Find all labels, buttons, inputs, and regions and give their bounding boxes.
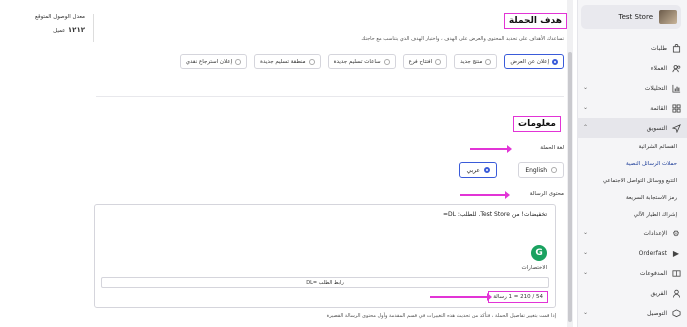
sidebar-item-menu[interactable]: القائمة ⌄ [577,98,687,118]
radio-selected-icon [552,58,558,65]
expected-reach-value: ١٢١٢ عميل [10,26,85,34]
reach-divider [93,14,94,42]
goal-option-new-product[interactable]: منتج جديد [454,54,498,69]
radio-icon [383,58,390,65]
goal-option-label: منطقة تسليم جديدة [260,58,306,65]
sidebar-item-label: التحليلات [644,84,667,92]
goal-option-label: افتتاح فرع [408,58,433,65]
language-option-label: English [525,166,547,174]
gear-icon: ⚙ [672,228,680,238]
shortcuts-label: الاختصارات [521,265,547,271]
radio-icon [435,58,442,65]
expected-reach-number: ١٢١٢ [67,26,85,34]
annotation-arrow [430,293,492,301]
sidebar-item-label: العملاء [650,64,667,72]
sidebar-item-team[interactable]: الفريق [577,283,687,303]
sidebar-item-delivery[interactable]: التوصيل ⌄ [577,303,687,323]
goal-option-branch-opening[interactable]: افتتاح فرع [402,54,448,69]
message-text[interactable]: تخفيضات! من Test Store. للطلب: DL= [443,211,547,218]
chevron-down-icon: ⌄ [583,309,589,316]
goal-option-cashback[interactable]: إعلان استرجاع نقدي [179,54,248,69]
campaign-language-label: لغة الحملة [540,145,564,151]
campaign-footnote: إذا قمت بتغيير تفاصيل الحملة ، فتأكد من … [326,313,556,319]
bag-icon [671,43,681,53]
expected-reach-unit: عميل [53,28,66,34]
sidebar-item-payments[interactable]: المدفوعات ⌄ [577,263,687,283]
sidebar-item-label: التسويق [646,124,667,132]
sidebar-nav: طلبات العملاء التحليلات ⌄ القائمة ⌄ التس… [577,38,687,323]
store-logo [659,10,677,24]
order-link-shortcut[interactable]: رابط الطلب =DL [101,277,549,288]
section-divider [96,96,564,97]
sidebar-item-label: Orderfast [638,249,667,257]
expected-reach: معدل الوصول المتوقع ١٢١٢ عميل [10,14,85,34]
person-icon [671,288,681,298]
chevron-down-icon: ⌄ [583,269,589,276]
sidebar-item-label: التوصيل [647,309,667,317]
sidebar-item-orders[interactable]: طلبات [577,38,687,58]
chevron-up-icon: ⌃ [583,124,589,131]
annotation-arrow [460,191,510,199]
radio-icon [235,58,242,65]
play-icon: ▶ [672,248,680,258]
truck-icon [671,308,681,318]
store-name: Test Store [618,13,653,21]
sidebar-subitem-tracking-social[interactable]: التتبع ووسائل التواصل الاجتماعي [577,172,687,189]
sidebar-item-label: طلبات [650,44,667,52]
chevron-down-icon: ⌄ [583,249,589,256]
send-icon [671,123,681,133]
chart-icon [671,83,681,93]
message-content-label: محتوى الرسالة [529,191,564,197]
sidebar-item-orderfast[interactable]: ▶ Orderfast ⌄ [577,243,687,263]
grammarly-icon[interactable]: G [531,245,547,261]
sidebar: Test Store طلبات العملاء التحليلات ⌄ الق… [577,0,687,327]
radio-selected-icon [484,167,490,173]
sidebar-subitem-coupons[interactable]: القسائم الشرائية [577,138,687,155]
annotation-arrow [470,145,512,153]
sidebar-item-label: المدفوعات [639,269,667,277]
information-title: معلومات [513,116,561,132]
goal-option-new-delivery-zone[interactable]: منطقة تسليم جديدة [254,54,321,69]
chevron-down-icon: ⌄ [583,229,589,236]
campaign-goal-title: هدف الحملة [503,13,567,29]
language-option-english[interactable]: English [518,162,564,178]
sidebar-item-customers[interactable]: العملاء [577,58,687,78]
goal-option-offer-announcement[interactable]: إعلان عن العرض [504,54,564,69]
goal-option-new-delivery-hours[interactable]: ساعات تسليم جديدة [327,54,396,69]
goal-option-label: منتج جديد [460,58,483,65]
wallet-icon [671,268,681,278]
sidebar-item-analytics[interactable]: التحليلات ⌄ [577,78,687,98]
sidebar-item-label: الإعدادات [643,229,667,237]
sidebar-subitem-qr-code[interactable]: رمز الاستجابة السريعة [577,189,687,206]
campaign-goal-options: إعلان عن العرض منتج جديد افتتاح فرع ساعا… [179,54,564,69]
main-content: معدل الوصول المتوقع ١٢١٢ عميل هدف الحملة… [0,0,577,327]
radio-icon [485,58,492,65]
goal-option-label: ساعات تسليم جديدة [333,58,381,65]
campaign-goal-hint: تساعدك الأهداف على تحديد المحتوى والعرض … [361,36,564,42]
users-icon [671,63,681,73]
message-counter: 54 / 210 = 1 رسالة [488,291,548,303]
goal-option-label: إعلان استرجاع نقدي [185,58,233,65]
expected-reach-label: معدل الوصول المتوقع [35,14,85,20]
chevron-down-icon: ⌄ [583,84,589,91]
sidebar-item-marketing[interactable]: التسويق ⌃ [577,118,687,138]
chevron-down-icon: ⌄ [583,104,589,111]
sidebar-item-label: الفريق [650,289,667,297]
grid-icon [671,103,681,113]
sidebar-item-label: القائمة [650,104,667,112]
language-option-arabic[interactable]: عربي [459,162,497,178]
sidebar-subitem-autopilot[interactable]: إشراك الطيار الآلي [577,206,687,223]
sidebar-item-settings[interactable]: ⚙ الإعدادات ⌄ [577,223,687,243]
radio-icon [308,58,315,65]
goal-option-label: إعلان عن العرض [510,58,549,65]
sidebar-subitem-sms-campaigns[interactable]: حملات الرسائل النصية [577,155,687,172]
store-switcher[interactable]: Test Store [581,5,681,29]
language-option-label: عربي [466,166,480,174]
radio-icon [551,167,557,173]
